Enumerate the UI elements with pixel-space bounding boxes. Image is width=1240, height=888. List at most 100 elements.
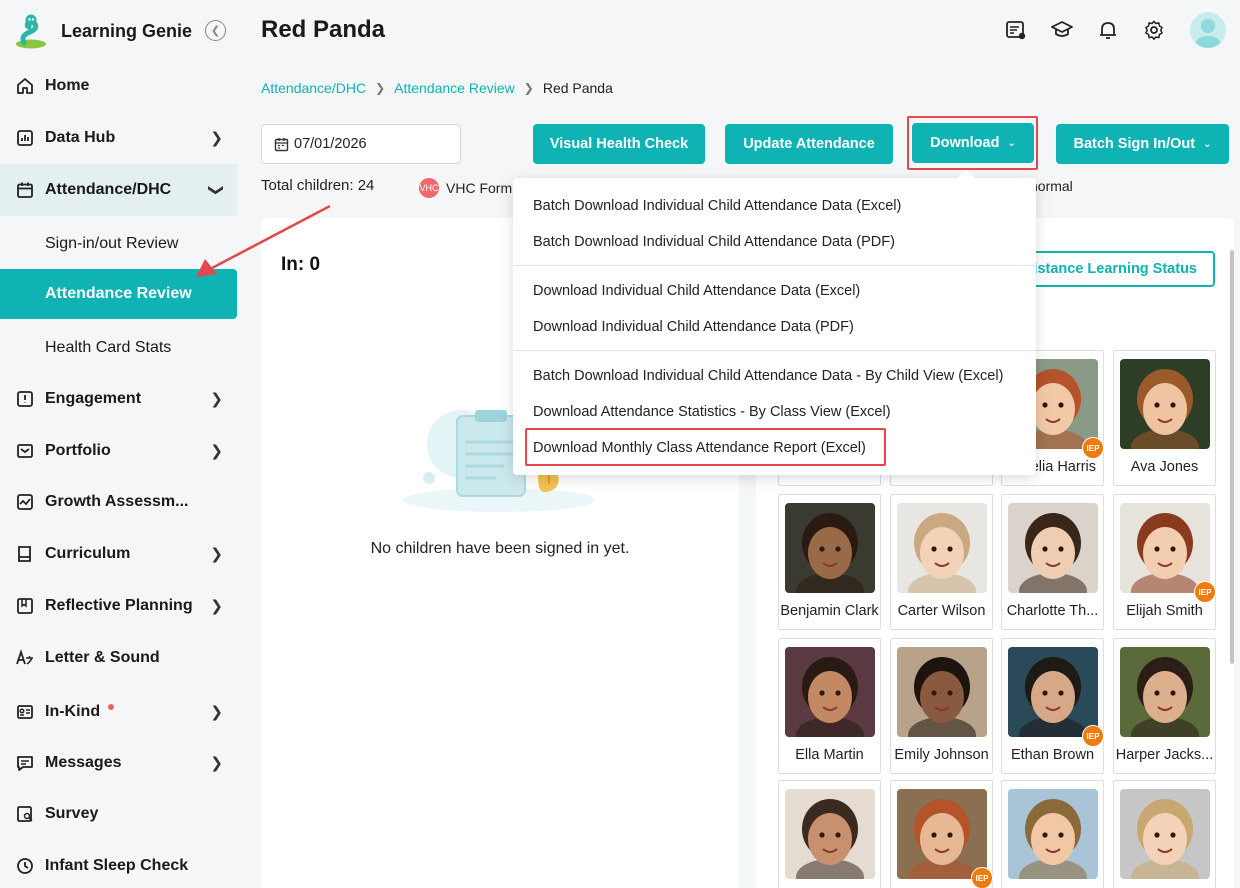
sidebar-item-reflective-planning[interactable]: Reflective Planning ❯ (0, 580, 237, 632)
visual-health-check-button[interactable]: Visual Health Check (533, 124, 705, 164)
menu-item-batch-download-excel[interactable]: Batch Download Individual Child Attendan… (533, 198, 901, 214)
child-card[interactable]: Carter Wilson (890, 494, 993, 630)
bell-icon[interactable] (1096, 18, 1120, 42)
sidebar-subitem-attendance-review[interactable]: Attendance Review (0, 269, 237, 319)
sidebar-item-messages[interactable]: Messages ❯ (0, 737, 237, 789)
chevron-right-icon: ❯ (210, 130, 223, 147)
chevron-right-icon: ❯ (523, 81, 534, 95)
sidebar-subitem-label: Health Card Stats (45, 339, 172, 356)
sidebar-item-label: Growth Assessm... (45, 493, 189, 510)
child-name: Charlotte Th... (1006, 603, 1099, 619)
survey-icon (16, 805, 34, 823)
child-name: Harper Jacks... (1115, 747, 1214, 763)
child-name: Ella Martin (795, 747, 864, 763)
child-photo (1120, 789, 1210, 879)
update-attendance-button[interactable]: Update Attendance (725, 124, 893, 164)
sidebar-item-home[interactable]: Home (0, 60, 237, 112)
planning-icon (16, 597, 34, 615)
learning-genie-logo (16, 14, 46, 49)
chevron-right-icon: ❯ (375, 81, 386, 95)
menu-item-batch-download-pdf[interactable]: Batch Download Individual Child Attendan… (533, 234, 895, 250)
child-card[interactable]: Ella Martin (778, 638, 881, 774)
child-photo (897, 647, 987, 737)
sidebar-subitem-sign-in-out-review[interactable]: Sign-in/out Review (0, 219, 237, 269)
menu-item-individual-excel[interactable]: Download Individual Child Attendance Dat… (533, 283, 860, 299)
child-name: Elijah Smith (1126, 603, 1203, 619)
child-photo (1120, 359, 1210, 449)
date-picker[interactable]: 07/01/2026 (261, 124, 461, 164)
child-photo (897, 789, 987, 879)
breadcrumb-link[interactable]: Attendance/DHC (261, 80, 366, 96)
child-photo (1008, 503, 1098, 593)
sidebar-item-growth-assessment[interactable]: Growth Assessm... (0, 476, 237, 528)
sidebar-item-survey[interactable]: Survey (0, 788, 237, 840)
child-card[interactable]: IEP Ethan Brown (1001, 638, 1104, 774)
child-card[interactable]: Harper Jacks... (1113, 638, 1216, 774)
menu-item-batch-by-child-view[interactable]: Batch Download Individual Child Attendan… (533, 368, 1003, 384)
sidebar-item-data-hub[interactable]: Data Hub ❯ (0, 112, 237, 164)
child-card[interactable]: Charlotte Th... (1001, 494, 1104, 630)
notification-dot (108, 704, 115, 710)
gear-icon[interactable] (1142, 18, 1166, 42)
sidebar-item-label: Attendance/DHC (45, 181, 172, 198)
sidebar-item-label: Letter & Sound (45, 649, 160, 666)
sidebar-subitem-label: Sign-in/out Review (45, 235, 179, 252)
child-photo (1120, 647, 1210, 737)
total-children: Total children: 24 (261, 177, 375, 194)
child-card[interactable]: IEP (890, 780, 993, 888)
sidebar-item-curriculum[interactable]: Curriculum ❯ (0, 528, 237, 580)
sleep-check-icon (16, 857, 34, 875)
sidebar-item-letter-sound[interactable]: Letter & Sound (0, 632, 237, 684)
child-photo (897, 503, 987, 593)
top-toolbar (982, 12, 1226, 48)
notes-icon[interactable] (1004, 18, 1028, 42)
batch-sign-label: Batch Sign In/Out (1073, 136, 1196, 152)
sidebar-item-label: Home (45, 77, 90, 94)
child-photo (785, 789, 875, 879)
sidebar-item-label: Data Hub (45, 129, 116, 146)
dropdown-caret (957, 169, 975, 187)
child-card[interactable] (778, 780, 881, 888)
child-card[interactable]: Emily Johnson (890, 638, 993, 774)
sidebar-item-engagement[interactable]: Engagement ❯ (0, 373, 237, 425)
sidebar-subitem-health-card-stats[interactable]: Health Card Stats (0, 323, 237, 373)
menu-item-stats-by-class-view[interactable]: Download Attendance Statistics - By Clas… (533, 404, 891, 420)
breadcrumb-link[interactable]: Attendance Review (394, 80, 515, 96)
calendar-icon (16, 181, 34, 199)
scrollbar[interactable] (1230, 250, 1234, 664)
vhc-form-icon: VHC (419, 178, 439, 198)
sidebar-item-attendance[interactable]: Attendance/DHC ❯ (0, 164, 237, 216)
collapse-sidebar-button[interactable]: ❮ (205, 20, 226, 41)
sidebar-item-label: In-Kind (45, 703, 101, 720)
child-card[interactable] (1113, 780, 1216, 888)
home-icon (16, 77, 34, 95)
chevron-down-icon: ⌄ (1203, 138, 1212, 150)
brand[interactable]: Learning Genie (14, 12, 192, 50)
child-card[interactable] (1001, 780, 1104, 888)
breadcrumb: Attendance/DHC ❯ Attendance Review ❯ Red… (261, 80, 613, 96)
vhc-form-legend: VHC VHC Form (419, 178, 512, 198)
child-card[interactable]: Ava Jones (1113, 350, 1216, 486)
batch-sign-in-out-button[interactable]: Batch Sign In/Out ⌄ (1056, 124, 1229, 164)
avatar[interactable] (1190, 12, 1226, 48)
chevron-down-icon: ❯ (207, 183, 225, 197)
child-card[interactable]: IEP Elijah Smith (1113, 494, 1216, 630)
sidebar-item-portfolio[interactable]: Portfolio ❯ (0, 425, 237, 477)
download-dropdown-menu: Batch Download Individual Child Attendan… (513, 169, 1036, 475)
sidebar-item-in-kind[interactable]: In-Kind ❯ (0, 686, 237, 738)
child-name: Ava Jones (1130, 459, 1199, 475)
messages-icon (16, 754, 34, 772)
child-photo (1008, 647, 1098, 737)
menu-item-individual-pdf[interactable]: Download Individual Child Attendance Dat… (533, 319, 854, 335)
distance-learning-status-button[interactable]: Distance Learning Status (1028, 251, 1215, 287)
graduation-cap-icon[interactable] (1050, 18, 1074, 42)
sidebar-item-label: Reflective Planning (45, 597, 193, 614)
chevron-right-icon: ❯ (210, 755, 223, 772)
download-button[interactable]: Download ⌄ (912, 123, 1034, 163)
sidebar-item-infant-sleep-check[interactable]: Infant Sleep Check (0, 840, 237, 888)
child-card[interactable]: Benjamin Clark (778, 494, 881, 630)
data-hub-icon (16, 129, 34, 147)
child-name: Ethan Brown (1010, 747, 1095, 763)
sidebar-item-label: Messages (45, 754, 122, 771)
in-kind-icon (16, 703, 34, 721)
